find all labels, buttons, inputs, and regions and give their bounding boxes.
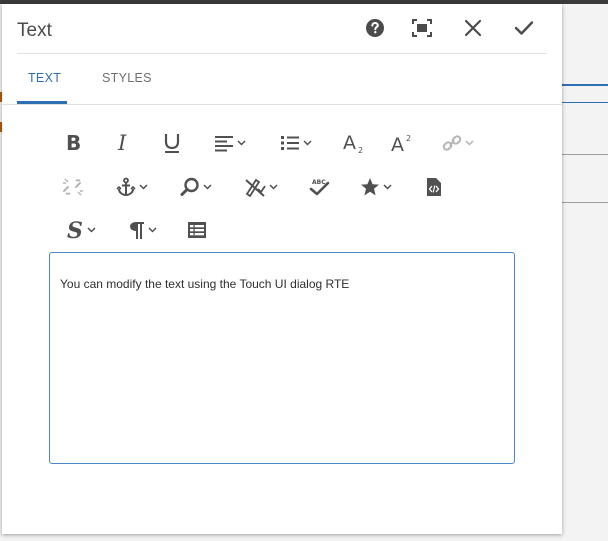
help-button[interactable] xyxy=(361,16,389,44)
chevron-down-icon xyxy=(465,140,474,146)
align-left-icon xyxy=(214,134,234,152)
spellcheck-off-icon xyxy=(244,177,266,197)
link-icon xyxy=(442,134,462,152)
dialog-title: Text xyxy=(17,20,52,41)
italic-button[interactable]: I xyxy=(112,129,136,157)
chevron-down-icon xyxy=(87,227,96,233)
spellcheck-settings-dropdown[interactable] xyxy=(240,173,282,201)
chevron-down-icon xyxy=(269,184,278,190)
svg-text:S: S xyxy=(67,219,83,241)
svg-text:A: A xyxy=(343,132,356,154)
chevron-down-icon xyxy=(139,184,148,190)
anchor-dropdown[interactable] xyxy=(112,173,152,201)
find-replace-dropdown[interactable] xyxy=(176,173,216,201)
alignment-dropdown[interactable] xyxy=(210,129,250,157)
tabs-divider xyxy=(2,104,562,105)
unlink-icon xyxy=(62,177,84,197)
superscript-button[interactable]: A2 xyxy=(390,129,414,157)
spellcheck-button[interactable]: ABC xyxy=(306,173,332,201)
special-characters-dropdown[interactable] xyxy=(356,173,396,201)
help-icon xyxy=(365,18,385,43)
svg-text:I: I xyxy=(117,133,127,153)
source-edit-button[interactable] xyxy=(422,173,446,201)
close-icon xyxy=(464,19,482,42)
source-edit-icon xyxy=(426,177,442,197)
chevron-down-icon xyxy=(203,184,212,190)
underline-icon xyxy=(163,132,181,154)
svg-text:2: 2 xyxy=(406,134,411,143)
subscript-button[interactable]: A2 xyxy=(342,129,366,157)
editor-content[interactable]: You can modify the text using the Touch … xyxy=(60,277,349,291)
chevron-down-icon xyxy=(383,184,392,190)
svg-text:B: B xyxy=(66,133,81,153)
chevron-down-icon xyxy=(303,140,312,146)
bold-button[interactable]: B xyxy=(62,129,86,157)
table-icon xyxy=(187,221,207,239)
chevron-down-icon xyxy=(237,140,246,146)
unlink-button[interactable] xyxy=(60,173,86,201)
underline-button[interactable] xyxy=(160,129,184,157)
svg-text:ABC: ABC xyxy=(312,179,326,186)
close-button[interactable] xyxy=(459,16,487,44)
styles-icon: S xyxy=(66,219,84,241)
link-dropdown[interactable] xyxy=(438,129,478,157)
superscript-icon: A2 xyxy=(391,132,413,154)
table-button[interactable] xyxy=(185,216,209,244)
italic-icon: I xyxy=(115,133,133,153)
list-dropdown[interactable] xyxy=(276,129,316,157)
svg-text:A: A xyxy=(391,134,404,154)
chevron-down-icon xyxy=(148,227,157,233)
bold-icon: B xyxy=(65,133,83,153)
text-dialog: Text TEXT STYLES B I A 2 A 2 ABC S You c… xyxy=(2,4,562,534)
paragraph-format-icon xyxy=(129,220,145,240)
done-button[interactable] xyxy=(510,16,538,44)
fullscreen-button[interactable] xyxy=(408,16,436,44)
paragraph-format-dropdown[interactable] xyxy=(124,216,162,244)
header-divider xyxy=(17,53,547,54)
tab-text[interactable]: TEXT xyxy=(28,71,61,85)
styles-dropdown[interactable]: S xyxy=(62,216,100,244)
fullscreen-icon xyxy=(412,18,432,42)
list-icon xyxy=(280,134,300,152)
rich-text-editor[interactable]: You can modify the text using the Touch … xyxy=(49,252,515,464)
subscript-icon: A2 xyxy=(343,132,365,154)
special-characters-icon xyxy=(360,177,380,197)
svg-text:2: 2 xyxy=(358,146,363,154)
tab-styles[interactable]: STYLES xyxy=(102,71,152,85)
checkmark-icon xyxy=(514,20,534,41)
anchor-icon xyxy=(116,177,136,197)
find-replace-icon xyxy=(180,177,200,197)
spellcheck-icon: ABC xyxy=(308,177,330,197)
